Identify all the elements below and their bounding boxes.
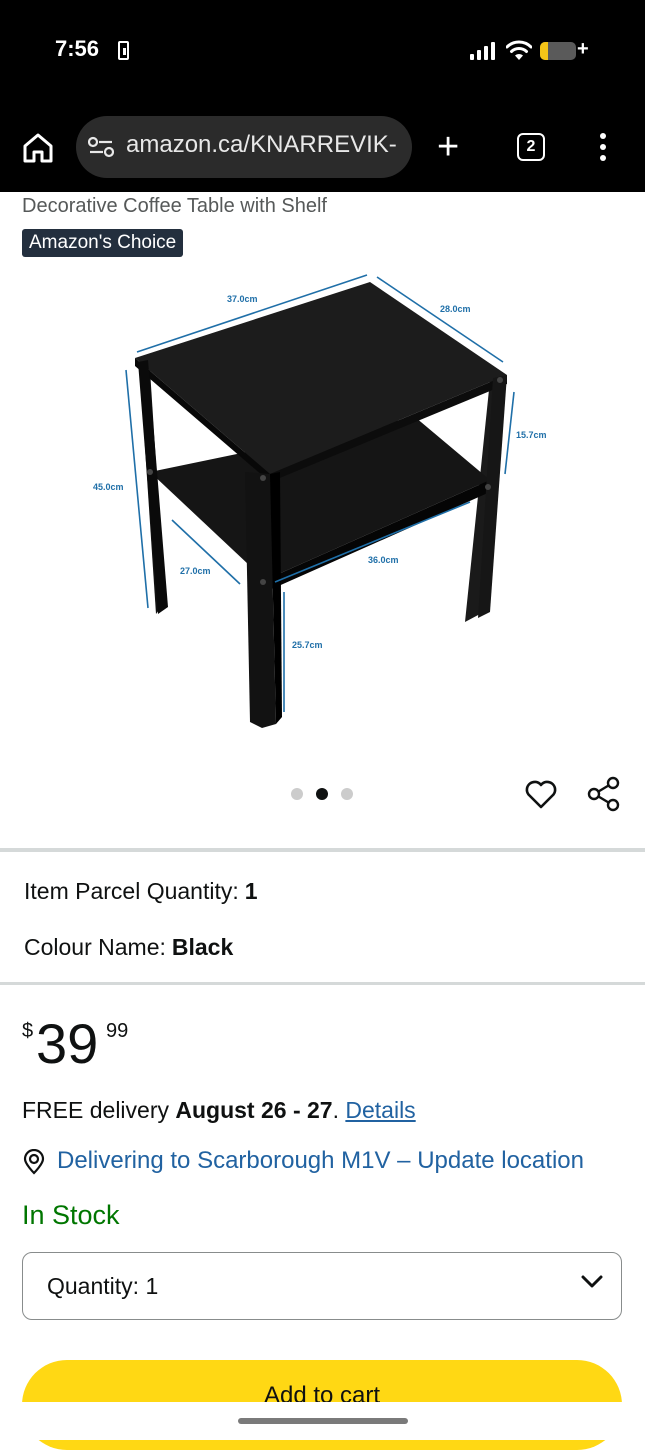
table-illustration	[135, 282, 507, 728]
battery-saver-icon	[118, 41, 129, 60]
dim-top-depth: 28.0cm	[440, 304, 471, 314]
attribute-value: 1	[244, 878, 258, 904]
attribute-label: Colour Name:	[24, 934, 166, 960]
amazons-choice-badge: Amazon's Choice	[22, 229, 184, 257]
dim-top-width: 37.0cm	[227, 294, 258, 304]
price-fraction: 99	[106, 1020, 129, 1042]
section-divider	[0, 848, 645, 852]
attribute-parcel-quantity: Item Parcel Quantity: 1	[24, 878, 258, 905]
location-text[interactable]: Delivering to Scarborough M1V – Update l…	[57, 1147, 584, 1175]
battery-icon	[540, 42, 576, 60]
section-divider	[0, 982, 645, 985]
quantity-select[interactable]: Quantity: 1	[22, 1252, 622, 1320]
carousel-dot[interactable]	[316, 788, 328, 800]
attribute-value: Black	[171, 934, 234, 960]
status-bar: 7:56 +	[0, 0, 645, 100]
carousel-dot[interactable]	[291, 788, 303, 800]
home-icon[interactable]	[20, 130, 56, 166]
dim-shelf-width: 36.0cm	[368, 555, 399, 565]
charging-icon: +	[577, 38, 589, 60]
delivery-dates: August 26 - 27	[175, 1097, 333, 1123]
quantity-label: Quantity: 1	[47, 1273, 159, 1299]
dim-height: 45.0cm	[93, 482, 124, 492]
heart-icon[interactable]	[524, 777, 558, 811]
attribute-label: Item Parcel Quantity:	[24, 878, 239, 904]
dim-shelf-gap: 15.7cm	[516, 430, 547, 440]
delivery-suffix: .	[332, 1097, 339, 1123]
location-pin-icon	[23, 1149, 45, 1175]
dim-shelf-depth: 27.0cm	[180, 566, 211, 576]
quantity-value: 1	[145, 1273, 159, 1299]
tabs-icon[interactable]: 2	[517, 133, 545, 161]
price-symbol: $	[22, 1020, 34, 1042]
price-whole: 39	[36, 1012, 99, 1075]
status-time: 7:56	[55, 36, 100, 61]
wifi-icon	[506, 40, 532, 60]
delivery-prefix: FREE delivery	[22, 1097, 169, 1123]
product-title[interactable]: Decorative Coffee Table with Shelf	[22, 195, 327, 218]
more-menu-icon[interactable]	[600, 133, 608, 163]
stock-status: In Stock	[22, 1200, 120, 1230]
carousel-dot[interactable]	[341, 788, 353, 800]
signal-icon	[470, 42, 495, 60]
attribute-colour-name: Colour Name: Black	[24, 934, 233, 961]
product-image[interactable]: 37.0cm 28.0cm 15.7cm 45.0cm 27.0cm 36.0c…	[70, 262, 590, 742]
new-tab-icon[interactable]: +	[437, 128, 459, 166]
delivery-details-link[interactable]: Details	[345, 1097, 415, 1123]
url-text[interactable]: amazon.ca/KNARREVIK-	[126, 131, 406, 159]
delivery-info: FREE delivery August 26 - 27. Details	[22, 1097, 416, 1124]
share-icon[interactable]	[586, 776, 622, 812]
home-indicator[interactable]	[238, 1418, 408, 1424]
chevron-down-icon	[581, 1275, 603, 1288]
site-settings-icon[interactable]	[88, 135, 114, 159]
dim-leg-clearance: 25.7cm	[292, 640, 323, 650]
